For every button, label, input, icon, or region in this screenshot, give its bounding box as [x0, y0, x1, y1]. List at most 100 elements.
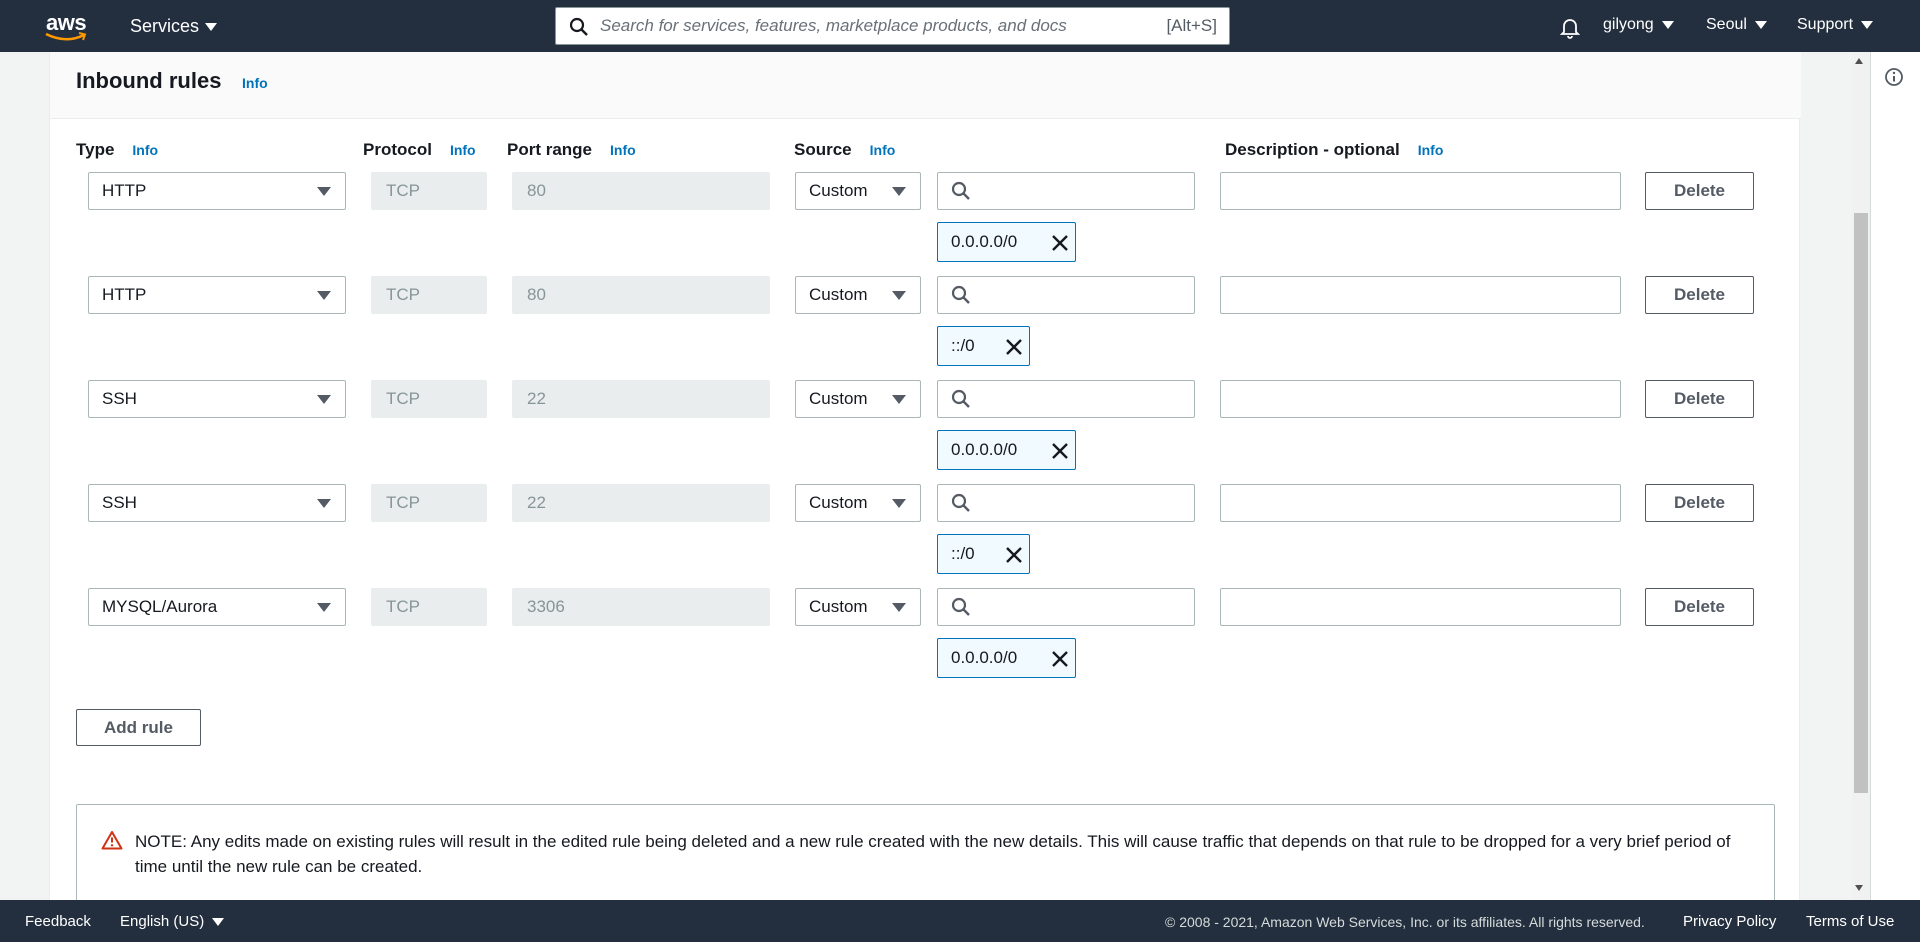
protocol-value: TCP — [386, 181, 420, 200]
delete-rule-button[interactable]: Delete — [1645, 588, 1754, 626]
source-type-value: Custom — [809, 493, 868, 512]
rule-type-select[interactable]: SSH — [88, 484, 346, 522]
warning-icon — [101, 831, 123, 850]
search-icon — [569, 17, 588, 36]
description-input[interactable] — [1221, 485, 1620, 521]
description-input[interactable] — [1221, 173, 1620, 209]
source-type-value: Custom — [809, 285, 868, 304]
source-cidr-search[interactable] — [937, 484, 1195, 522]
description-field[interactable] — [1220, 484, 1621, 522]
source-cidr-input[interactable] — [978, 176, 1194, 206]
rule-row: MYSQL/Aurora TCP 3306 Custom Delete 0.0.0.0/0 — [50, 588, 1801, 692]
add-rule-button[interactable]: Add rule — [76, 709, 201, 746]
rule-type-value: SSH — [102, 389, 137, 408]
protocol-info-link[interactable]: Info — [450, 142, 476, 158]
source-type-select[interactable]: Custom — [795, 588, 921, 626]
column-label-type: Type — [76, 140, 115, 159]
aws-logo[interactable]: aws — [44, 8, 90, 44]
rule-type-select[interactable]: HTTP — [88, 172, 346, 210]
source-info-link[interactable]: Info — [870, 142, 896, 158]
description-input[interactable] — [1221, 277, 1620, 313]
protocol-value: TCP — [386, 597, 420, 616]
column-label-description: Description - optional — [1225, 140, 1400, 159]
language-selector[interactable]: English (US) — [120, 913, 225, 930]
account-menu[interactable]: gilyong — [1603, 16, 1674, 34]
search-icon — [951, 389, 970, 408]
source-cidr-value: 0.0.0.0/0 — [951, 232, 1018, 251]
description-field[interactable] — [1220, 172, 1621, 210]
port-range-field: 22 — [512, 484, 770, 522]
column-header-source: Source Info — [794, 140, 895, 160]
source-cidr-search[interactable] — [937, 172, 1195, 210]
source-cidr-search[interactable] — [937, 380, 1195, 418]
caret-down-icon — [212, 917, 225, 926]
global-search-box[interactable]: [Alt+S] — [555, 7, 1230, 45]
protocol-field: TCP — [371, 172, 487, 210]
caret-down-icon — [205, 22, 218, 31]
column-label-protocol: Protocol — [363, 140, 432, 159]
panel-header: Inbound rules Info — [50, 52, 1801, 119]
scroll-down-arrow-icon[interactable] — [1855, 885, 1863, 891]
scroll-up-arrow-icon[interactable] — [1855, 58, 1863, 64]
rule-type-value: HTTP — [102, 181, 147, 200]
description-input[interactable] — [1221, 589, 1620, 625]
port-range-info-link[interactable]: Info — [610, 142, 636, 158]
description-field[interactable] — [1220, 380, 1621, 418]
protocol-field: TCP — [371, 276, 487, 314]
privacy-policy-link[interactable]: Privacy Policy — [1683, 913, 1776, 930]
source-cidr-token: ::/0 — [937, 534, 1030, 574]
terms-of-use-link[interactable]: Terms of Use — [1806, 913, 1894, 930]
rule-type-select[interactable]: HTTP — [88, 276, 346, 314]
rule-type-select[interactable]: MYSQL/Aurora — [88, 588, 346, 626]
region-name: Seoul — [1706, 16, 1747, 33]
top-navigation: aws Services [Alt+S] gilyong Seoul Suppo… — [0, 0, 1920, 52]
type-info-link[interactable]: Info — [132, 142, 158, 158]
source-type-select[interactable]: Custom — [795, 276, 921, 314]
dropdown-caret-icon — [892, 499, 906, 508]
edit-warning-note: NOTE: Any edits made on existing rules w… — [76, 804, 1775, 914]
global-search-input[interactable] — [598, 15, 1167, 37]
help-panel-info-icon[interactable] — [1884, 67, 1904, 87]
description-info-link[interactable]: Info — [1418, 142, 1444, 158]
title-info-link[interactable]: Info — [242, 75, 268, 91]
source-cidr-input[interactable] — [978, 488, 1194, 518]
support-menu[interactable]: Support — [1797, 16, 1874, 34]
source-cidr-input[interactable] — [978, 384, 1194, 414]
remove-cidr-icon[interactable] — [1049, 648, 1071, 670]
remove-cidr-icon[interactable] — [1049, 440, 1071, 462]
rule-type-select[interactable]: SSH — [88, 380, 346, 418]
protocol-value: TCP — [386, 493, 420, 512]
region-menu[interactable]: Seoul — [1706, 16, 1767, 34]
description-field[interactable] — [1220, 588, 1621, 626]
caret-down-icon — [1661, 21, 1674, 29]
port-range-value: 22 — [527, 389, 546, 408]
description-input[interactable] — [1221, 381, 1620, 417]
remove-cidr-icon[interactable] — [1049, 232, 1071, 254]
source-cidr-input[interactable] — [978, 280, 1194, 310]
scrollbar-thumb[interactable] — [1854, 213, 1868, 793]
source-cidr-search[interactable] — [937, 588, 1195, 626]
delete-rule-button[interactable]: Delete — [1645, 380, 1754, 418]
source-type-select[interactable]: Custom — [795, 172, 921, 210]
source-cidr-input[interactable] — [978, 592, 1194, 622]
remove-cidr-icon[interactable] — [1003, 336, 1025, 358]
services-menu[interactable]: Services — [130, 16, 218, 37]
aws-smile-icon — [45, 32, 87, 41]
console-footer: Feedback English (US) © 2008 - 2021, Ama… — [0, 900, 1920, 942]
source-cidr-search[interactable] — [937, 276, 1195, 314]
source-cidr-token: ::/0 — [937, 326, 1030, 366]
source-cidr-token: 0.0.0.0/0 — [937, 222, 1076, 262]
dropdown-caret-icon — [317, 291, 331, 300]
notifications-bell-icon[interactable] — [1558, 15, 1582, 39]
delete-rule-button[interactable]: Delete — [1645, 484, 1754, 522]
delete-rule-button[interactable]: Delete — [1645, 276, 1754, 314]
search-shortcut-hint: [Alt+S] — [1166, 16, 1217, 35]
description-field[interactable] — [1220, 276, 1621, 314]
column-header-type: Type Info — [76, 140, 158, 160]
source-type-select[interactable]: Custom — [795, 484, 921, 522]
delete-rule-button[interactable]: Delete — [1645, 172, 1754, 210]
feedback-link[interactable]: Feedback — [25, 913, 91, 930]
protocol-field: TCP — [371, 588, 487, 626]
remove-cidr-icon[interactable] — [1003, 544, 1025, 566]
source-type-select[interactable]: Custom — [795, 380, 921, 418]
